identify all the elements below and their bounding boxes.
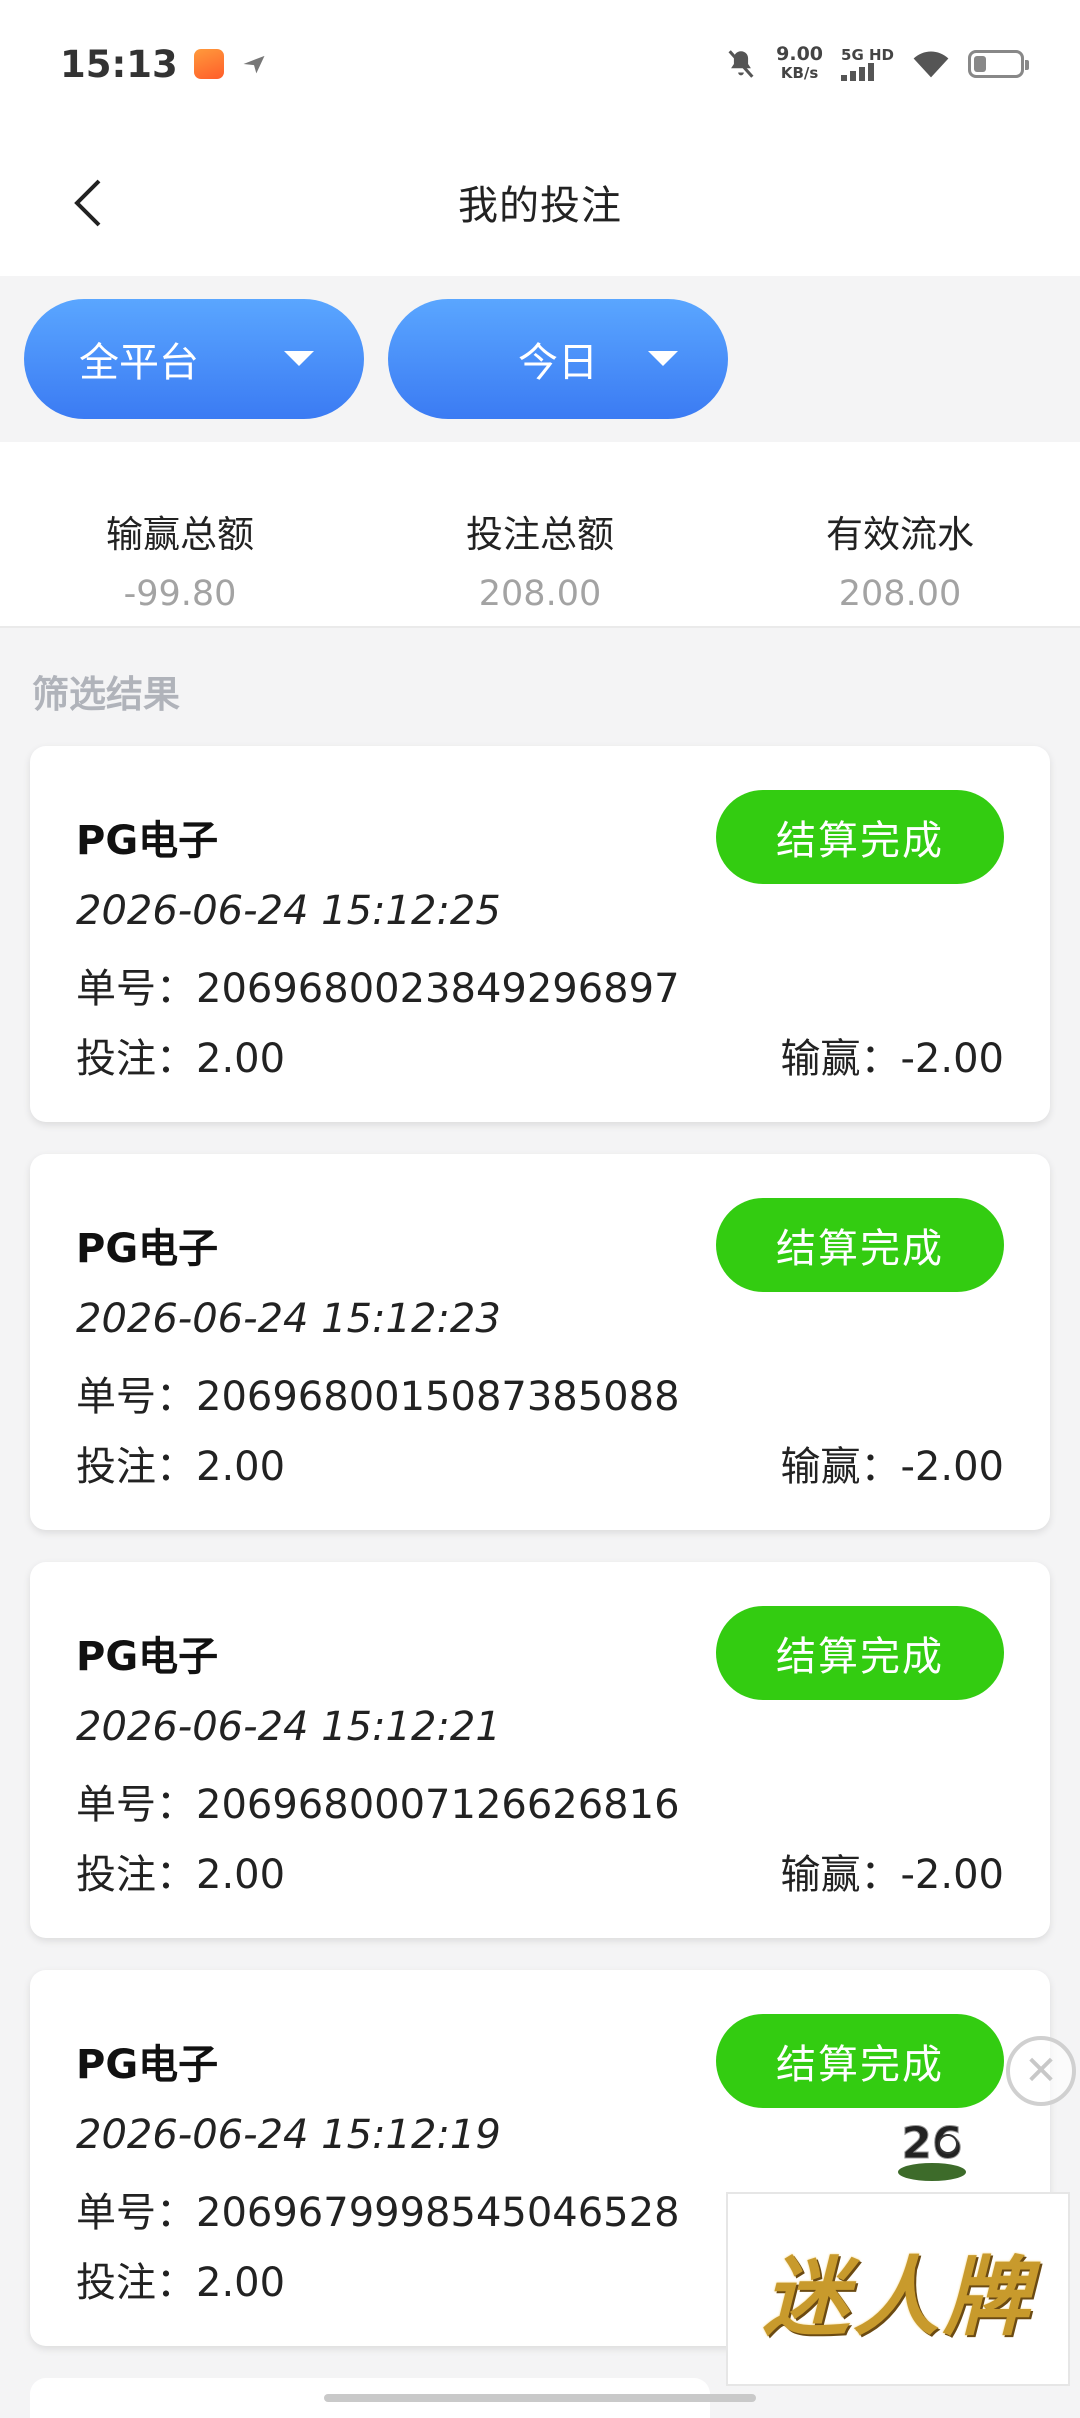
summary-valid-turnover: 有效流水 208.00 bbox=[720, 442, 1080, 626]
record-time: 2026-06-24 15:12:21 bbox=[76, 1704, 501, 1750]
record-time: 2026-06-24 15:12:19 bbox=[76, 2112, 501, 2158]
platform-filter-dropdown[interactable]: 全平台 bbox=[24, 299, 364, 419]
chevron-left-icon bbox=[74, 179, 101, 227]
record-order-number: 单号：2069680007126626816 bbox=[76, 1782, 680, 1828]
record-bet-amount: 投注：2.00 bbox=[76, 1852, 286, 1898]
soccer-logo-icon: 26 bbox=[898, 2118, 966, 2181]
record-winloss: 输赢：-2.00 bbox=[780, 1852, 1005, 1898]
record-title: PG电子 bbox=[76, 818, 219, 864]
record-bet-amount: 投注：2.00 bbox=[76, 2260, 286, 2306]
record-bet-amount: 投注：2.00 bbox=[76, 1444, 286, 1490]
summary-value: 208.00 bbox=[478, 574, 602, 614]
summary-value: 208.00 bbox=[838, 574, 962, 614]
ad-banner-text: 迷人牌 bbox=[763, 2246, 1033, 2348]
status-badge: 结算完成 bbox=[716, 1198, 1004, 1292]
record-title: PG电子 bbox=[76, 1634, 219, 1680]
summary-label: 投注总额 bbox=[466, 513, 614, 556]
platform-filter-label: 全平台 bbox=[79, 340, 199, 386]
close-icon: ✕ bbox=[1024, 2048, 1058, 2094]
wifi-icon bbox=[913, 51, 949, 78]
record-title: PG电子 bbox=[76, 1226, 219, 1272]
signal-group: 5G HD bbox=[841, 45, 894, 81]
status-badge: 结算完成 bbox=[716, 1606, 1004, 1700]
status-badge: 结算完成 bbox=[716, 790, 1004, 884]
nav-bar: 我的投注 bbox=[0, 128, 1080, 276]
summary-winloss: 输赢总额 -99.80 bbox=[0, 442, 360, 626]
date-filter-dropdown[interactable]: 今日 bbox=[388, 299, 728, 419]
mute-bell-icon bbox=[728, 50, 754, 78]
status-bar: 15:13 9.00 KB/s 5G HD bbox=[0, 0, 1080, 128]
record-order-number: 单号：2069680015087385088 bbox=[76, 1374, 680, 1420]
page-title: 我的投注 bbox=[458, 183, 622, 229]
record-bet-amount: 投注：2.00 bbox=[76, 1036, 286, 1082]
bet-record-card[interactable]: PG电子 结算完成 2026-06-24 15:12:25 单号：2069680… bbox=[30, 746, 1050, 1122]
ad-logo-image[interactable]: 26 bbox=[884, 2110, 980, 2190]
network-speed-unit: KB/s bbox=[780, 64, 819, 82]
record-winloss: 输赢：-2.00 bbox=[780, 1036, 1005, 1082]
battery-icon bbox=[968, 50, 1029, 78]
home-indicator[interactable] bbox=[324, 2394, 756, 2402]
summary-value: -99.80 bbox=[123, 574, 237, 614]
network-speed-value: 9.00 bbox=[776, 43, 824, 65]
status-time: 15:13 bbox=[60, 42, 178, 86]
bet-record-card[interactable]: PG电子 结算完成 2026-06-24 15:12:21 单号：2069680… bbox=[30, 1562, 1050, 1938]
summary-panel: 输赢总额 -99.80 投注总额 208.00 有效流水 208.00 bbox=[0, 442, 1080, 628]
section-title: 筛选结果 bbox=[32, 673, 180, 716]
summary-bet-total: 投注总额 208.00 bbox=[360, 442, 720, 626]
summary-label: 有效流水 bbox=[826, 513, 974, 556]
status-badge: 结算完成 bbox=[716, 2014, 1004, 2108]
caret-down-icon bbox=[284, 351, 314, 366]
date-filter-label: 今日 bbox=[518, 340, 598, 386]
signal-icon bbox=[841, 62, 875, 81]
record-time: 2026-06-24 15:12:25 bbox=[76, 888, 501, 934]
network-type: 5G HD bbox=[841, 45, 894, 64]
caret-down-icon bbox=[648, 351, 678, 366]
record-order-number: 单号：2069680023849296897 bbox=[76, 966, 680, 1012]
record-title: PG电子 bbox=[76, 2042, 219, 2088]
send-icon bbox=[243, 55, 265, 74]
ad-close-button[interactable]: ✕ bbox=[1006, 2036, 1076, 2106]
back-button[interactable] bbox=[58, 168, 118, 238]
bet-record-card[interactable]: PG电子 结算完成 2026-06-24 15:12:23 单号：2069680… bbox=[30, 1154, 1050, 1530]
ad-banner[interactable]: 迷人牌 bbox=[726, 2192, 1070, 2386]
record-time: 2026-06-24 15:12:23 bbox=[76, 1296, 501, 1342]
app-notification-icon bbox=[193, 49, 224, 79]
record-winloss: 输赢：-2.00 bbox=[780, 1444, 1005, 1490]
record-order-number: 单号：2069679998545046528 bbox=[76, 2190, 680, 2236]
network-speed: 9.00 KB/s bbox=[776, 45, 823, 83]
summary-label: 输赢总额 bbox=[106, 513, 254, 556]
filter-row: 全平台 今日 bbox=[0, 276, 1080, 442]
